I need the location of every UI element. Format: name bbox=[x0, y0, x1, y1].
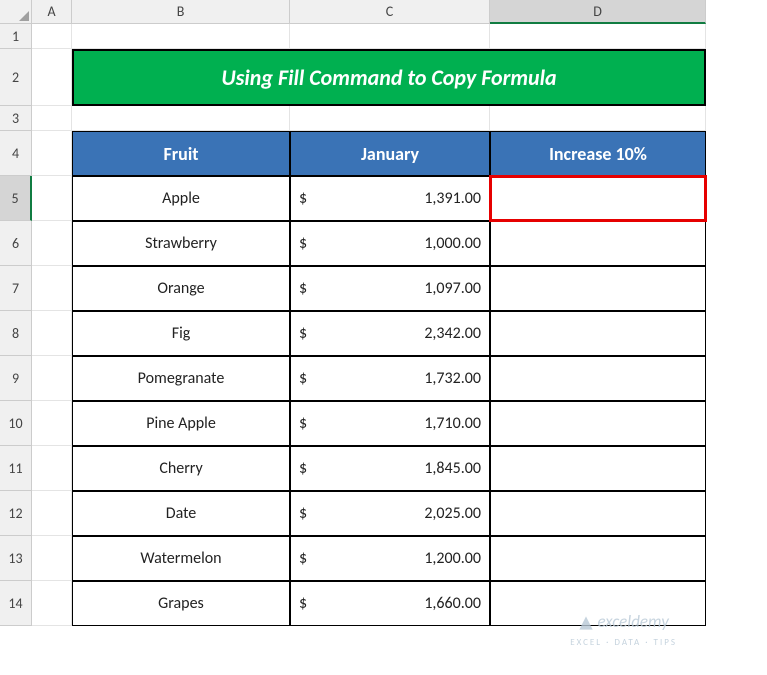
watermark: exceldemy EXCEL · DATA · TIPS bbox=[570, 611, 677, 650]
currency-symbol: $ bbox=[299, 414, 307, 433]
cell-d5-selected[interactable] bbox=[490, 176, 706, 221]
cell-increase[interactable] bbox=[490, 401, 706, 446]
cell-increase[interactable] bbox=[490, 536, 706, 581]
row-header-14[interactable]: 14 bbox=[0, 581, 32, 626]
currency-symbol: $ bbox=[299, 234, 307, 253]
cell-value[interactable]: $1,000.00 bbox=[290, 221, 490, 266]
cell-increase[interactable] bbox=[490, 491, 706, 536]
col-header-c[interactable]: C bbox=[290, 0, 490, 24]
row-header-13[interactable]: 13 bbox=[0, 536, 32, 581]
cell-value[interactable]: $1,732.00 bbox=[290, 356, 490, 401]
money-value: 2,025.00 bbox=[424, 504, 481, 523]
cell-increase[interactable] bbox=[490, 221, 706, 266]
cell-a10[interactable] bbox=[32, 401, 72, 446]
currency-symbol: $ bbox=[299, 369, 307, 388]
watermark-brand: exceldemy bbox=[597, 611, 668, 632]
header-fruit[interactable]: Fruit bbox=[72, 131, 290, 176]
currency-symbol: $ bbox=[299, 279, 307, 298]
row-header-12[interactable]: 12 bbox=[0, 491, 32, 536]
row-header-9[interactable]: 9 bbox=[0, 356, 32, 401]
cell-a9[interactable] bbox=[32, 356, 72, 401]
money-value: 1,732.00 bbox=[424, 369, 481, 388]
cell-increase[interactable] bbox=[490, 266, 706, 311]
cell-increase[interactable] bbox=[490, 356, 706, 401]
select-all-corner[interactable] bbox=[0, 0, 32, 24]
cell-a7[interactable] bbox=[32, 266, 72, 311]
cell-a8[interactable] bbox=[32, 311, 72, 356]
cell-fruit[interactable]: Orange bbox=[72, 266, 290, 311]
money-value: 1,710.00 bbox=[424, 414, 481, 433]
cell-d3[interactable] bbox=[490, 106, 706, 131]
currency-symbol: $ bbox=[299, 549, 307, 568]
col-header-b[interactable]: B bbox=[72, 0, 290, 24]
cell-value[interactable]: $1,200.00 bbox=[290, 536, 490, 581]
row-header-11[interactable]: 11 bbox=[0, 446, 32, 491]
cell-fruit[interactable]: Apple bbox=[72, 176, 290, 221]
cell-fruit[interactable]: Cherry bbox=[72, 446, 290, 491]
row-header-2[interactable]: 2 bbox=[0, 49, 32, 106]
cell-fruit[interactable]: Fig bbox=[72, 311, 290, 356]
cell-a1[interactable] bbox=[32, 24, 72, 49]
cell-increase[interactable] bbox=[490, 446, 706, 491]
cell-value[interactable]: $2,025.00 bbox=[290, 491, 490, 536]
currency-symbol: $ bbox=[299, 324, 307, 343]
cell-fruit[interactable]: Date bbox=[72, 491, 290, 536]
cell-value[interactable]: $2,342.00 bbox=[290, 311, 490, 356]
cell-fruit[interactable]: Pomegranate bbox=[72, 356, 290, 401]
cell-c1[interactable] bbox=[290, 24, 490, 49]
col-header-a[interactable]: A bbox=[32, 0, 72, 24]
cell-b1[interactable] bbox=[72, 24, 290, 49]
cell-fruit[interactable]: Grapes bbox=[72, 581, 290, 626]
money-value: 1,660.00 bbox=[424, 594, 481, 613]
cell-value[interactable]: $1,391.00 bbox=[290, 176, 490, 221]
cell-value[interactable]: $1,845.00 bbox=[290, 446, 490, 491]
cell-fruit[interactable]: Pine Apple bbox=[72, 401, 290, 446]
money-value: 1,000.00 bbox=[424, 234, 481, 253]
row-header-10[interactable]: 10 bbox=[0, 401, 32, 446]
cell-fruit[interactable]: Strawberry bbox=[72, 221, 290, 266]
cell-c3[interactable] bbox=[290, 106, 490, 131]
cell-a13[interactable] bbox=[32, 536, 72, 581]
cell-a6[interactable] bbox=[32, 221, 72, 266]
cell-value[interactable]: $1,660.00 bbox=[290, 581, 490, 626]
cell-a12[interactable] bbox=[32, 491, 72, 536]
row-header-6[interactable]: 6 bbox=[0, 221, 32, 266]
row-header-3[interactable]: 3 bbox=[0, 106, 32, 131]
money-value: 1,097.00 bbox=[424, 279, 481, 298]
watermark-icon bbox=[578, 615, 594, 631]
row-header-5[interactable]: 5 bbox=[0, 176, 32, 221]
currency-symbol: $ bbox=[299, 594, 307, 613]
money-value: 1,200.00 bbox=[424, 549, 481, 568]
watermark-tagline: EXCEL · DATA · TIPS bbox=[570, 637, 677, 648]
currency-symbol: $ bbox=[299, 189, 307, 208]
currency-symbol: $ bbox=[299, 504, 307, 523]
cell-fruit[interactable]: Watermelon bbox=[72, 536, 290, 581]
row-header-8[interactable]: 8 bbox=[0, 311, 32, 356]
cell-a14[interactable] bbox=[32, 581, 72, 626]
row-header-7[interactable]: 7 bbox=[0, 266, 32, 311]
cell-a2[interactable] bbox=[32, 49, 72, 106]
cell-a4[interactable] bbox=[32, 131, 72, 176]
title-cell[interactable]: Using Fill Command to Copy Formula bbox=[72, 49, 706, 106]
cell-a11[interactable] bbox=[32, 446, 72, 491]
header-increase[interactable]: Increase 10% bbox=[490, 131, 706, 176]
row-header-1[interactable]: 1 bbox=[0, 24, 32, 49]
cell-value[interactable]: $1,097.00 bbox=[290, 266, 490, 311]
col-header-d[interactable]: D bbox=[490, 0, 706, 24]
cell-b3[interactable] bbox=[72, 106, 290, 131]
header-january[interactable]: January bbox=[290, 131, 490, 176]
row-header-4[interactable]: 4 bbox=[0, 131, 32, 176]
cell-a5[interactable] bbox=[32, 176, 72, 221]
money-value: 1,845.00 bbox=[424, 459, 481, 478]
cell-d1[interactable] bbox=[490, 24, 706, 49]
currency-symbol: $ bbox=[299, 459, 307, 478]
money-value: 1,391.00 bbox=[424, 189, 481, 208]
cell-increase[interactable] bbox=[490, 311, 706, 356]
cell-value[interactable]: $1,710.00 bbox=[290, 401, 490, 446]
money-value: 2,342.00 bbox=[424, 324, 481, 343]
spreadsheet-grid: A B C D 1 2 Using Fill Command to Copy F… bbox=[0, 0, 767, 626]
cell-a3[interactable] bbox=[32, 106, 72, 131]
